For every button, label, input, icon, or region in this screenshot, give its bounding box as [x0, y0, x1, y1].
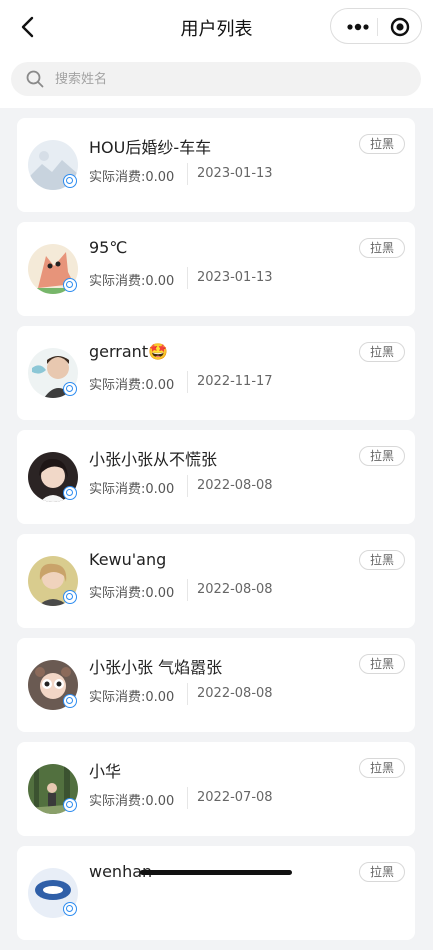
capsule-divider — [377, 18, 378, 36]
user-spend: 实际消费:0.00 — [89, 378, 175, 393]
search-input[interactable] — [55, 62, 405, 96]
user-card[interactable]: 小张小张 气焰嚣张 实际消费:0.00 2022-08-08 拉黑 — [17, 638, 415, 732]
user-card[interactable]: wenhan 拉黑 — [17, 846, 415, 940]
search-badge-icon — [63, 278, 77, 292]
user-name: 小华 — [89, 762, 122, 781]
search-badge-icon — [63, 486, 77, 500]
user-card[interactable]: Kewu'ang 实际消费:0.00 2022-08-08 拉黑 — [17, 534, 415, 628]
row-divider — [187, 683, 188, 705]
user-spend: 实际消费:0.00 — [89, 794, 175, 809]
block-button[interactable]: 拉黑 — [359, 342, 405, 362]
user-name: gerrant🤩 — [89, 342, 169, 361]
search-icon — [26, 70, 44, 88]
block-button[interactable]: 拉黑 — [359, 862, 405, 882]
close-button[interactable] — [390, 17, 410, 37]
user-list: HOU后婚纱-车车 实际消费:0.00 2023-01-13 拉黑 95℃ 实际… — [17, 118, 415, 950]
user-date: 2023-01-13 — [197, 270, 273, 285]
block-button[interactable]: 拉黑 — [359, 134, 405, 154]
block-button[interactable]: 拉黑 — [359, 238, 405, 258]
user-spend: 实际消费:0.00 — [89, 274, 175, 289]
search-box[interactable] — [11, 62, 421, 96]
block-button[interactable]: 拉黑 — [359, 654, 405, 674]
home-indicator — [140, 870, 292, 875]
user-card[interactable]: 小张小张从不慌张 实际消费:0.00 2022-08-08 拉黑 — [17, 430, 415, 524]
user-date: 2022-08-08 — [197, 478, 273, 493]
user-card[interactable]: gerrant🤩 实际消费:0.00 2022-11-17 拉黑 — [17, 326, 415, 420]
user-name: HOU后婚纱-车车 — [89, 138, 212, 157]
row-divider — [187, 163, 188, 185]
search-badge-icon — [63, 798, 77, 812]
user-date: 2022-08-08 — [197, 582, 273, 597]
search-badge-icon — [63, 694, 77, 708]
mini-program-capsule — [330, 8, 422, 44]
user-date: 2022-07-08 — [197, 790, 273, 805]
user-card[interactable]: 95℃ 实际消费:0.00 2023-01-13 拉黑 — [17, 222, 415, 316]
block-button[interactable]: 拉黑 — [359, 446, 405, 466]
user-card[interactable]: HOU后婚纱-车车 实际消费:0.00 2023-01-13 拉黑 — [17, 118, 415, 212]
search-badge-icon — [63, 382, 77, 396]
user-name: 小张小张 气焰嚣张 — [89, 658, 223, 677]
row-divider — [187, 579, 188, 601]
user-spend: 实际消费:0.00 — [89, 690, 175, 705]
more-dots-icon — [347, 23, 369, 31]
search-bar — [0, 56, 433, 108]
block-button[interactable]: 拉黑 — [359, 550, 405, 570]
user-spend: 实际消费:0.00 — [89, 170, 175, 185]
search-badge-icon — [63, 174, 77, 188]
search-badge-icon — [63, 590, 77, 604]
row-divider — [187, 267, 188, 289]
user-date: 2022-11-17 — [197, 374, 273, 389]
block-button[interactable]: 拉黑 — [359, 758, 405, 778]
search-badge-icon — [63, 902, 77, 916]
user-spend: 实际消费:0.00 — [89, 586, 175, 601]
user-spend: 实际消费:0.00 — [89, 482, 175, 497]
user-name: 小张小张从不慌张 — [89, 450, 218, 469]
nav-bar: 用户列表 — [0, 0, 433, 56]
user-name: 95℃ — [89, 238, 128, 257]
user-card[interactable]: 小华 实际消费:0.00 2022-07-08 拉黑 — [17, 742, 415, 836]
row-divider — [187, 371, 188, 393]
row-divider — [187, 475, 188, 497]
user-name: Kewu'ang — [89, 550, 167, 569]
target-circle-icon — [390, 17, 410, 37]
more-button[interactable] — [344, 18, 372, 36]
row-divider — [187, 787, 188, 809]
user-date: 2023-01-13 — [197, 166, 273, 181]
user-date: 2022-08-08 — [197, 686, 273, 701]
